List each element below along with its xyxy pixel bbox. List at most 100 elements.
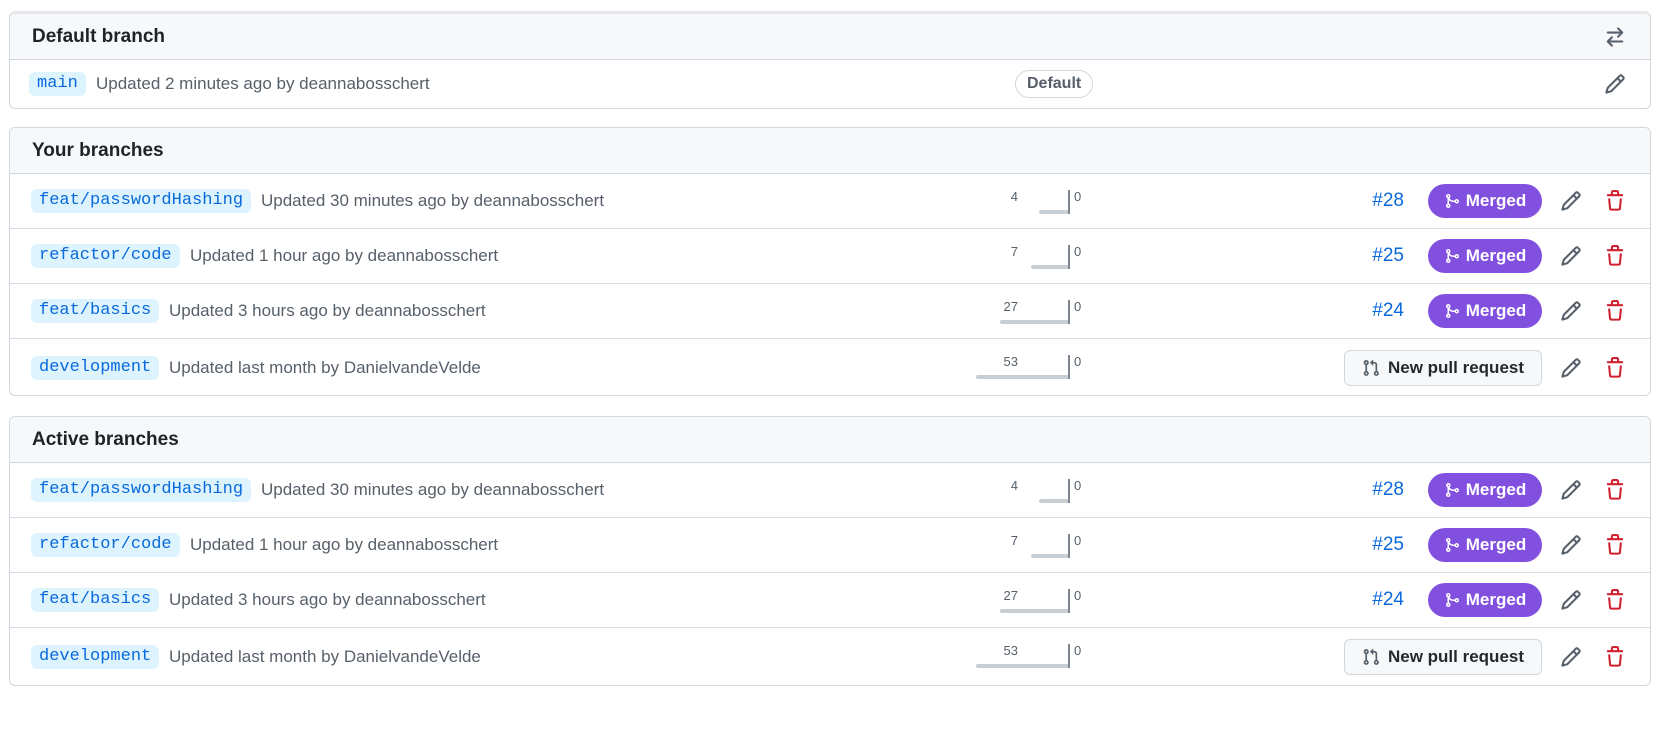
branch-name-link[interactable]: feat/basics [31, 299, 160, 323]
trash-icon[interactable] [1604, 245, 1626, 267]
section-title: Your branches [32, 139, 164, 161]
pull-request-link[interactable]: #24 [1372, 300, 1404, 322]
trash-icon[interactable] [1604, 479, 1626, 501]
active-branches-box: Active branches feat/passwordHashing Upda… [9, 416, 1651, 686]
behind-count: 7 [1010, 244, 1018, 259]
pull-request-link[interactable]: #25 [1372, 245, 1404, 267]
pencil-icon[interactable] [1560, 534, 1582, 556]
branch-name-link[interactable]: development [31, 644, 160, 669]
new-pull-request-button[interactable]: New pull request [1344, 638, 1542, 675]
ahead-count: 0 [1074, 643, 1082, 658]
git-merge-icon [1444, 248, 1460, 264]
branch-name-link[interactable]: main [29, 71, 86, 96]
section-title: Active branches [32, 428, 179, 450]
pencil-icon[interactable] [1604, 73, 1626, 95]
merged-status-badge[interactable]: Merged [1428, 473, 1542, 507]
branch-updated-text: Updated last month by DanielvandeVelde [169, 646, 481, 666]
merged-label: Merged [1465, 301, 1527, 320]
merged-label: Merged [1465, 246, 1527, 265]
branch-updated-text: Updated 30 minutes ago by deannabosscher… [261, 480, 605, 499]
branch-name-link[interactable]: feat/basics [31, 588, 160, 612]
trash-icon[interactable] [1604, 589, 1626, 611]
branch-row: development Updated last month by Danielv… [10, 339, 1650, 395]
branch-name-link[interactable]: refactor/code [31, 533, 180, 557]
ahead-behind-divider [1068, 644, 1070, 668]
ahead-behind-divider [1068, 589, 1070, 613]
ahead-behind-divider [1068, 534, 1070, 558]
branch-name-link[interactable]: refactor/code [31, 244, 180, 268]
ahead-behind-graph: 40 [960, 463, 1090, 517]
ahead-behind-graph: 53 0 [960, 628, 1090, 685]
merged-label: Merged [1465, 590, 1527, 609]
default-badge: Default [1015, 69, 1094, 98]
ahead-behind-divider [1068, 300, 1070, 324]
pencil-icon[interactable] [1560, 300, 1582, 322]
branch-list: feat/passwordHashing Updated 30 minutes a… [10, 174, 1650, 395]
pull-request-link[interactable]: #25 [1372, 534, 1404, 556]
behind-count: 7 [1010, 533, 1018, 548]
branch-row: feat/basics Updated 3 hours ago by deanna… [10, 284, 1650, 339]
pencil-icon[interactable] [1560, 646, 1582, 668]
pencil-icon[interactable] [1560, 190, 1582, 212]
branch-row: refactor/code Updated 1 hour ago by deann… [10, 518, 1650, 573]
git-pull-request-icon [1362, 648, 1380, 666]
new-pull-request-label: New pull request [1387, 357, 1525, 377]
merged-status-badge[interactable]: Merged [1428, 528, 1542, 562]
ahead-count: 0 [1074, 478, 1082, 493]
your-branches-box: Your branches feat/passwordHashing Update… [9, 127, 1651, 396]
pencil-icon[interactable] [1560, 479, 1582, 501]
branch-updated-text: Updated 2 minutes ago by deannabosschert [96, 73, 430, 93]
git-merge-icon [1444, 303, 1460, 319]
pencil-icon[interactable] [1560, 589, 1582, 611]
trash-icon[interactable] [1604, 534, 1626, 556]
behind-count: 4 [1010, 478, 1018, 493]
behind-bar [1000, 609, 1068, 613]
trash-icon[interactable] [1604, 300, 1626, 322]
branch-row: feat/passwordHashing Updated 30 minutes a… [10, 174, 1650, 229]
pull-request-link[interactable]: #28 [1372, 190, 1404, 212]
trash-icon[interactable] [1604, 190, 1626, 212]
branch-updated-text: Updated 1 hour ago by deannabosschert [190, 535, 499, 554]
ahead-behind-graph: 40 [960, 174, 1090, 228]
trash-icon[interactable] [1604, 357, 1626, 379]
branch-row: feat/basics Updated 3 hours ago by deanna… [10, 573, 1650, 628]
active-branches-header: Active branches [10, 417, 1650, 463]
ahead-count: 0 [1074, 244, 1082, 259]
git-merge-icon [1444, 482, 1460, 498]
merged-status-badge[interactable]: Merged [1428, 239, 1542, 273]
branch-updated-text: Updated 30 minutes ago by deannabosscher… [261, 191, 605, 210]
trash-icon[interactable] [1604, 646, 1626, 668]
branch-name-link[interactable]: feat/passwordHashing [31, 189, 252, 213]
merged-status-badge[interactable]: Merged [1428, 294, 1542, 328]
ahead-behind-graph: 27 0 [960, 284, 1090, 338]
branch-list: feat/passwordHashing Updated 30 minutes a… [10, 463, 1650, 685]
pencil-icon[interactable] [1560, 357, 1582, 379]
behind-count: 4 [1010, 189, 1018, 204]
arrow-switch-icon[interactable] [1604, 26, 1626, 48]
merged-status-badge[interactable]: Merged [1428, 184, 1542, 218]
ahead-behind-graph: 53 0 [960, 339, 1090, 395]
pull-request-link[interactable]: #24 [1372, 589, 1404, 611]
behind-bar [1000, 320, 1068, 324]
pull-request-link[interactable]: #28 [1372, 479, 1404, 501]
behind-count: 27 [1003, 299, 1018, 314]
default-branch-box: Default branch main Updated 2 minutes ag… [9, 11, 1651, 109]
ahead-count: 0 [1074, 354, 1082, 369]
branch-row: refactor/code Updated 1 hour ago by deann… [10, 229, 1650, 284]
behind-bar [1039, 499, 1068, 503]
new-pull-request-button[interactable]: New pull request [1344, 349, 1542, 386]
merged-status-badge[interactable]: Merged [1428, 583, 1542, 617]
your-branches-header: Your branches [10, 128, 1650, 174]
merged-label: Merged [1465, 535, 1527, 554]
merged-label: Merged [1465, 480, 1527, 499]
pencil-icon[interactable] [1560, 245, 1582, 267]
branch-name-link[interactable]: development [31, 355, 160, 380]
branch-row: development Updated last month by Danielv… [10, 628, 1650, 685]
branch-updated-text: Updated 3 hours ago by deannabosschert [169, 590, 486, 609]
ahead-count: 0 [1074, 189, 1082, 204]
branch-name-link[interactable]: feat/passwordHashing [31, 478, 252, 502]
git-pull-request-icon [1362, 359, 1380, 377]
ahead-behind-divider [1068, 355, 1070, 379]
behind-bar [976, 664, 1068, 668]
ahead-behind-divider [1068, 245, 1070, 269]
